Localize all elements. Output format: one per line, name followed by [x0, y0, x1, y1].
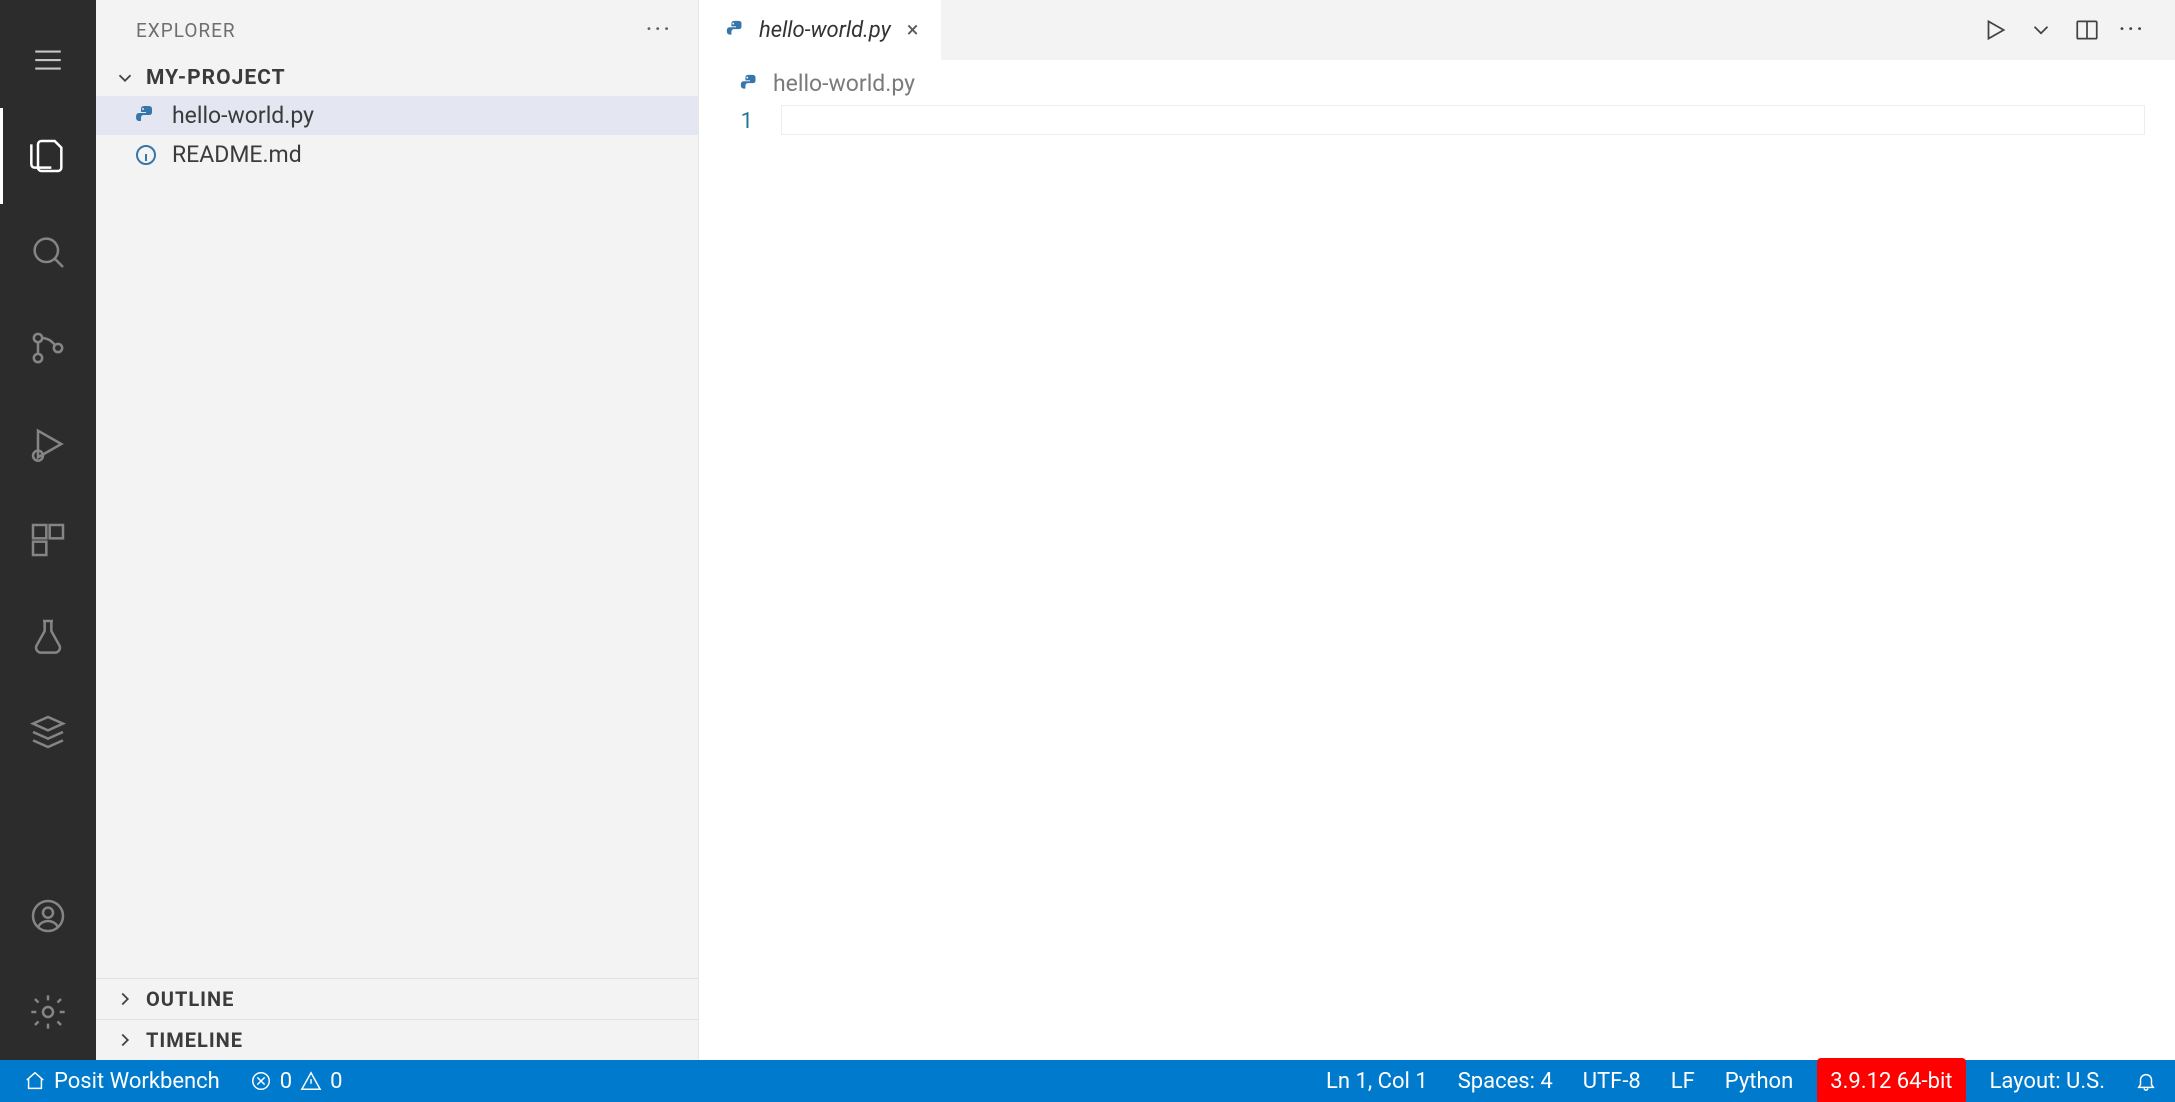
split-editor-icon[interactable] — [2067, 10, 2107, 50]
warning-icon — [300, 1070, 322, 1092]
line-number-gutter: 1 — [709, 103, 781, 1060]
error-icon — [250, 1070, 272, 1092]
explorer-more-icon[interactable]: ··· — [646, 15, 672, 45]
file-item-hello-world[interactable]: hello-world.py — [96, 96, 698, 135]
workbench-icon[interactable] — [0, 684, 96, 780]
run-button[interactable] — [1975, 10, 2015, 50]
current-line-highlight — [781, 105, 2145, 135]
status-encoding[interactable]: UTF-8 — [1579, 1060, 1645, 1102]
chevron-right-icon — [114, 1029, 136, 1051]
run-dropdown-icon[interactable] — [2021, 10, 2061, 50]
timeline-section[interactable]: TIMELINE — [96, 1019, 698, 1060]
python-icon — [739, 73, 761, 95]
section-label: TIMELINE — [146, 1028, 243, 1052]
editor-area: hello-world.py × ··· hello-world.py 1 — [699, 0, 2175, 1060]
explorer-title: EXPLORER — [136, 19, 236, 42]
python-icon — [725, 19, 747, 41]
extensions-icon[interactable] — [0, 492, 96, 588]
chevron-right-icon — [114, 988, 136, 1010]
status-language-mode[interactable]: Python — [1721, 1060, 1797, 1102]
accounts-icon[interactable] — [0, 868, 96, 964]
section-label: OUTLINE — [146, 987, 234, 1011]
code-editor[interactable]: 1 — [699, 103, 2175, 1060]
outline-section[interactable]: OUTLINE — [96, 978, 698, 1019]
status-problems[interactable]: 0 0 — [246, 1060, 347, 1102]
testing-icon[interactable] — [0, 588, 96, 684]
breadcrumb-label: hello-world.py — [773, 70, 915, 97]
status-bar: Posit Workbench 0 0 Ln 1, Col 1 Spaces: … — [0, 1060, 2175, 1102]
file-name: hello-world.py — [172, 102, 314, 129]
menu-icon[interactable] — [0, 12, 96, 108]
activity-bar — [0, 0, 96, 1060]
status-eol[interactable]: LF — [1667, 1060, 1699, 1102]
run-debug-icon[interactable] — [0, 396, 96, 492]
search-icon[interactable] — [0, 204, 96, 300]
settings-gear-icon[interactable] — [0, 964, 96, 1060]
bell-icon — [2135, 1070, 2157, 1092]
tab-bar: hello-world.py × ··· — [699, 0, 2175, 60]
explorer-icon[interactable] — [0, 108, 96, 204]
folder-name: MY-PROJECT — [146, 66, 286, 90]
status-cursor-position[interactable]: Ln 1, Col 1 — [1322, 1060, 1432, 1102]
tab-hello-world[interactable]: hello-world.py × — [699, 0, 942, 60]
python-icon — [134, 104, 158, 128]
close-icon[interactable]: × — [907, 18, 919, 43]
status-indentation[interactable]: Spaces: 4 — [1454, 1060, 1557, 1102]
explorer-sidebar: EXPLORER ··· MY-PROJECT hello-world.py R… — [96, 0, 699, 1060]
breadcrumb[interactable]: hello-world.py — [699, 60, 2175, 103]
status-workbench[interactable]: Posit Workbench — [20, 1060, 224, 1102]
line-number: 1 — [709, 105, 753, 139]
folder-root[interactable]: MY-PROJECT — [96, 60, 698, 96]
info-icon — [134, 143, 158, 167]
status-notifications[interactable] — [2131, 1060, 2161, 1102]
status-keyboard-layout[interactable]: Layout: U.S. — [1986, 1060, 2110, 1102]
status-python-interpreter[interactable]: 3.9.12 64-bit — [1819, 1060, 1963, 1102]
chevron-down-icon — [114, 67, 136, 89]
editor-more-icon[interactable]: ··· — [2113, 15, 2151, 45]
file-name: README.md — [172, 141, 302, 168]
tab-label: hello-world.py — [759, 18, 891, 43]
file-item-readme[interactable]: README.md — [96, 135, 698, 174]
home-icon — [24, 1070, 46, 1092]
source-control-icon[interactable] — [0, 300, 96, 396]
